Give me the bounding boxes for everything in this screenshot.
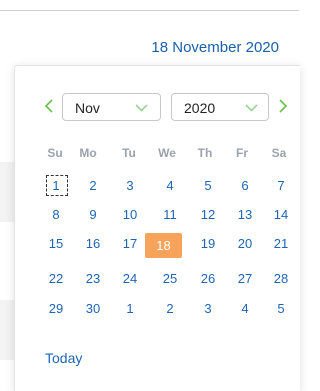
calendar-day[interactable]: 14 [267, 204, 295, 226]
calendar-day[interactable]: 27 [231, 268, 259, 290]
calendar-day[interactable]: 20 [231, 233, 259, 255]
weekday-header: Th [197, 146, 213, 160]
chevron-down-icon [245, 104, 258, 112]
calendar-day[interactable]: 1 [42, 175, 70, 197]
calendar-day[interactable]: 11 [156, 204, 184, 226]
calendar-day-next-month[interactable]: 1 [116, 298, 144, 320]
calendar-day-next-month[interactable]: 2 [156, 298, 184, 320]
year-select-value: 2020 [184, 100, 216, 116]
calendar-day[interactable]: 22 [42, 268, 70, 290]
today-button[interactable]: Today [45, 350, 82, 366]
calendar-day[interactable]: 12 [194, 204, 222, 226]
calendar-day-selected[interactable]: 18 [145, 233, 182, 258]
calendar-day[interactable]: 8 [42, 204, 70, 226]
year-select[interactable]: 2020 [171, 93, 269, 121]
chevron-right-icon [279, 99, 288, 113]
selected-date-display[interactable]: 18 November 2020 [151, 39, 279, 56]
weekday-header: Sa [271, 146, 287, 160]
calendar-day[interactable]: 4 [156, 175, 184, 197]
calendar-day[interactable]: 30 [79, 298, 107, 320]
calendar-day[interactable]: 26 [194, 268, 222, 290]
next-month-button[interactable] [276, 98, 290, 114]
calendar-day[interactable]: 16 [79, 233, 107, 255]
calendar-day[interactable]: 23 [79, 268, 107, 290]
calendar-day[interactable]: 24 [116, 268, 144, 290]
calendar-day[interactable]: 7 [267, 175, 295, 197]
calendar-day[interactable]: 9 [79, 204, 107, 226]
calendar-day[interactable]: 15 [42, 233, 70, 255]
calendar-day[interactable]: 5 [194, 175, 222, 197]
top-divider [0, 10, 299, 11]
chevron-down-icon [135, 104, 148, 112]
calendar-day[interactable]: 13 [231, 204, 259, 226]
calendar-day[interactable]: 21 [267, 233, 295, 255]
calendar-day[interactable]: 3 [116, 175, 144, 197]
weekday-header: Tu [122, 146, 136, 160]
calendar-day[interactable]: 29 [42, 298, 70, 320]
calendar-day[interactable]: 6 [231, 175, 259, 197]
background-band [0, 162, 14, 222]
weekday-header: Su [47, 146, 63, 160]
calendar-day-next-month[interactable]: 4 [231, 298, 259, 320]
prev-month-button[interactable] [42, 98, 56, 114]
background-band [0, 300, 14, 360]
calendar-day[interactable]: 10 [116, 204, 144, 226]
calendar-day[interactable]: 17 [116, 233, 144, 255]
calendar-day-next-month[interactable]: 5 [267, 298, 295, 320]
calendar-day-next-month[interactable]: 3 [194, 298, 222, 320]
weekday-header: Fr [236, 146, 248, 160]
month-select-value: Nov [75, 100, 100, 116]
calendar-day[interactable]: 19 [194, 233, 222, 255]
calendar-day[interactable]: 28 [267, 268, 295, 290]
calendar-day[interactable]: 25 [156, 268, 184, 290]
month-select[interactable]: Nov [62, 93, 161, 121]
calendar-day[interactable]: 2 [79, 175, 107, 197]
weekday-header: We [158, 146, 176, 160]
weekday-header: Mo [79, 146, 97, 160]
chevron-left-icon [44, 99, 53, 113]
